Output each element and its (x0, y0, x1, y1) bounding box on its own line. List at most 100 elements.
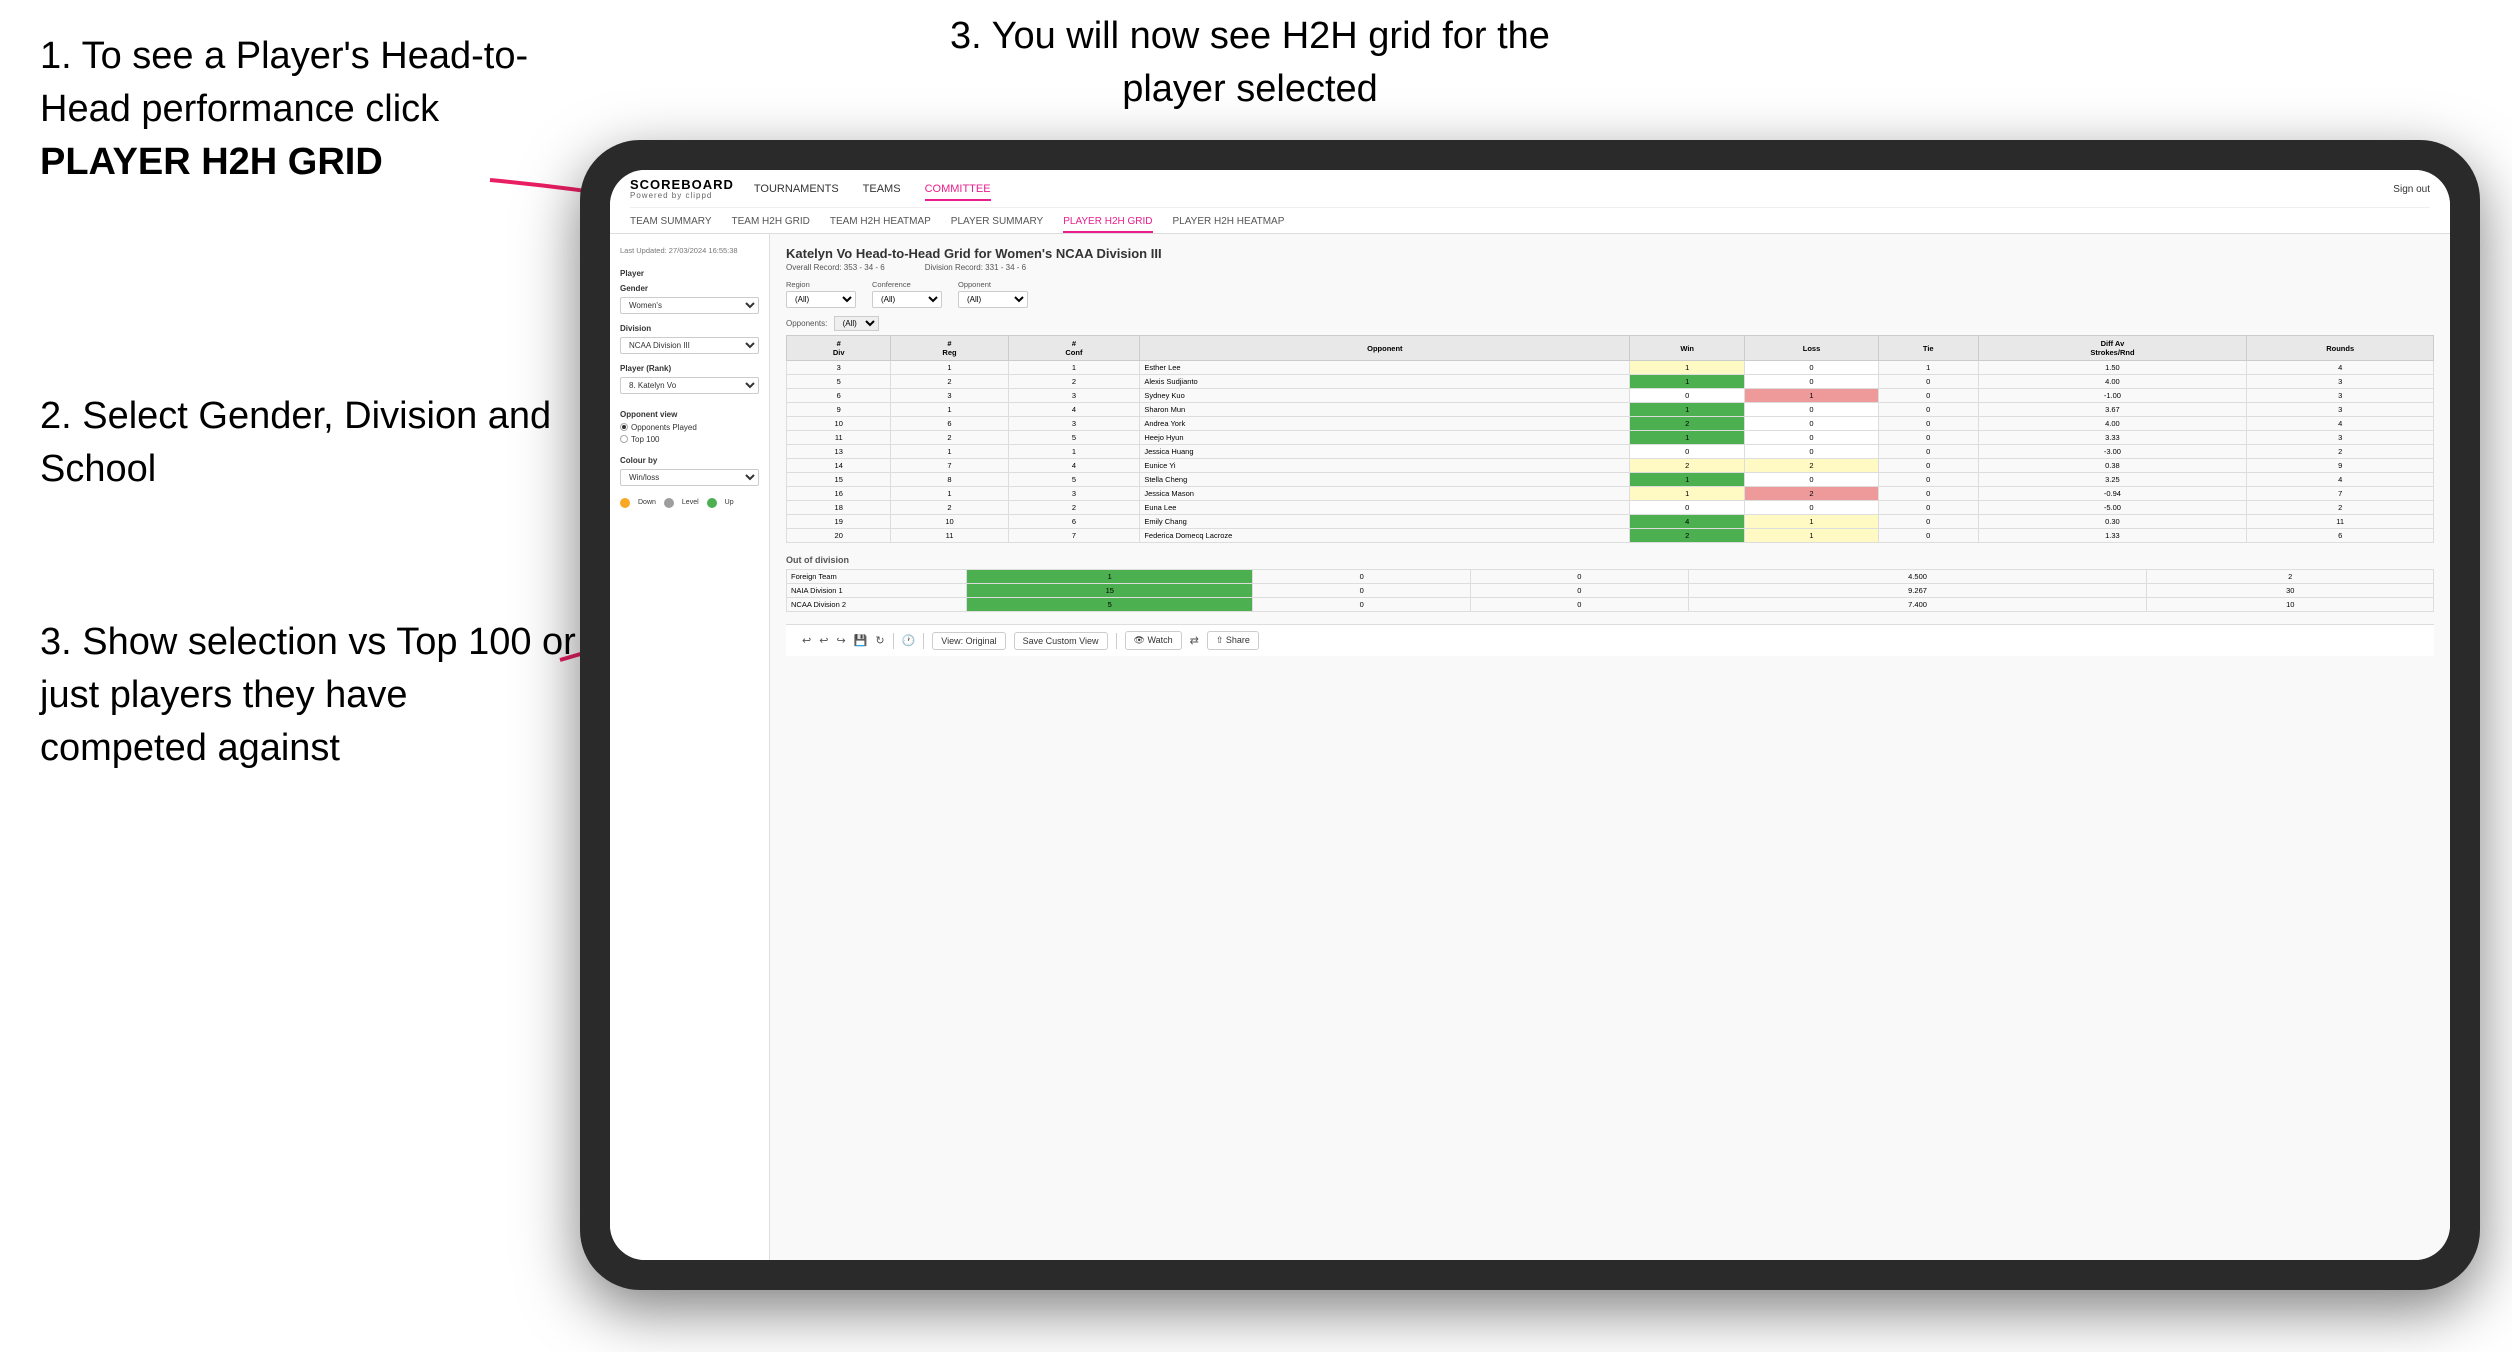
filter-opponent: Opponent (All) (958, 280, 1028, 308)
step3-right-instruction: 3. You will now see H2H grid for the pla… (900, 10, 1600, 116)
table-row: 6 3 3 Sydney Kuo 0 1 0 -1.00 3 (787, 389, 2434, 403)
table-row: 20 11 7 Federica Domecq Lacroze 2 1 0 1.… (787, 529, 2434, 543)
opponent-radio-group: Opponents Played Top 100 (620, 423, 759, 444)
table-row: Foreign Team 1 0 0 4.500 2 (787, 570, 2434, 584)
nav-bar: SCOREBOARD Powered by clippd TOURNAMENTS… (610, 170, 2450, 234)
opponent-filter-label: Opponent (958, 280, 1028, 289)
step2-text: 2. Select Gender, Division and School (40, 390, 580, 496)
nav-link-committee[interactable]: COMMITTEE (925, 179, 991, 201)
colour-by-label: Colour by (620, 456, 759, 465)
th-reg: #Reg (891, 336, 1008, 361)
table-area: Katelyn Vo Head-to-Head Grid for Women's… (770, 234, 2450, 1260)
table-row: 3 1 1 Esther Lee 1 0 1 1.50 4 (787, 361, 2434, 375)
colour-dot-up (707, 498, 717, 508)
table-row: 14 7 4 Eunice Yi 2 2 0 0.38 9 (787, 459, 2434, 473)
clock-icon[interactable]: 🕐 (902, 634, 916, 647)
step3-right-text: 3. You will now see H2H grid for the pla… (900, 10, 1600, 116)
table-subtitle: Overall Record: 353 - 34 - 6 Division Re… (786, 263, 2434, 272)
refresh-icon[interactable]: ↻ (875, 634, 884, 647)
radio-top-100[interactable]: Top 100 (620, 435, 759, 444)
colour-dot-down (620, 498, 630, 508)
table-row: 13 1 1 Jessica Huang 0 0 0 -3.00 2 (787, 445, 2434, 459)
opponents-filter-select[interactable]: (All) (834, 316, 879, 331)
th-diff: Diff AvStrokes/Rnd (1978, 336, 2247, 361)
sidebar: Last Updated: 27/03/2024 16:55:38 Player… (610, 234, 770, 1260)
region-select[interactable]: (All) (786, 291, 856, 308)
table-header-row: #Div #Reg #Conf Opponent Win Loss Tie Di… (787, 336, 2434, 361)
main-data-table: #Div #Reg #Conf Opponent Win Loss Tie Di… (786, 335, 2434, 543)
opponent-select[interactable]: (All) (958, 291, 1028, 308)
th-rounds: Rounds (2247, 336, 2434, 361)
step1-bold: PLAYER H2H GRID (40, 141, 383, 183)
sign-out-link[interactable]: Sign out (2393, 184, 2430, 195)
toolbar-divider-3 (1116, 633, 1117, 649)
radio-dot-opponents (620, 423, 628, 431)
table-row: 5 2 2 Alexis Sudjianto 1 0 0 4.00 3 (787, 375, 2434, 389)
th-tie: Tie (1878, 336, 1978, 361)
sub-nav-team-h2h-heatmap[interactable]: TEAM H2H HEATMAP (830, 212, 931, 233)
table-row: NCAA Division 2 5 0 0 7.400 10 (787, 598, 2434, 612)
sidebar-player-rank-label: Player (Rank) (620, 364, 759, 373)
watch-btn[interactable]: 👁 Watch (1125, 631, 1182, 650)
save-icon[interactable]: 💾 (854, 634, 868, 647)
sidebar-timestamp: Last Updated: 27/03/2024 16:55:38 (620, 246, 759, 257)
toolbar: ↩ ↩ ↪ 💾 ↻ 🕐 View: Original Save Custom V… (786, 624, 2434, 656)
radio-dot-top100 (620, 435, 628, 443)
th-loss: Loss (1745, 336, 1879, 361)
colour-legend: Down Level Up (620, 498, 759, 508)
undo2-icon[interactable]: ↩ (819, 634, 828, 647)
table-row: 11 2 5 Heejo Hyun 1 0 0 3.33 3 (787, 431, 2434, 445)
table-row: 9 1 4 Sharon Mun 1 0 0 3.67 3 (787, 403, 2434, 417)
sidebar-colour-by: Colour by Win/loss Down Level Up (620, 456, 759, 508)
table-row: 18 2 2 Euna Lee 0 0 0 -5.00 2 (787, 501, 2434, 515)
arrow-icon[interactable]: ⇄ (1190, 634, 1199, 647)
sub-nav-player-summary[interactable]: PLAYER SUMMARY (951, 212, 1043, 233)
out-of-division-table: Foreign Team 1 0 0 4.500 2 NAIA Division… (786, 569, 2434, 612)
step1-text: 1. To see a Player's Head-to-Head perfor… (40, 30, 580, 136)
logo: SCOREBOARD Powered by clippd (630, 178, 734, 201)
th-div: #Div (787, 336, 891, 361)
table-row: 16 1 3 Jessica Mason 1 2 0 -0.94 7 (787, 487, 2434, 501)
sub-nav-team-summary[interactable]: TEAM SUMMARY (630, 212, 712, 233)
overall-record: Overall Record: 353 - 34 - 6 (786, 263, 885, 272)
table-row: 10 6 3 Andrea York 2 0 0 4.00 4 (787, 417, 2434, 431)
sub-nav-team-h2h-grid[interactable]: TEAM H2H GRID (732, 212, 810, 233)
view-original-btn[interactable]: View: Original (932, 632, 1005, 650)
table-row: 15 8 5 Stella Cheng 1 0 0 3.25 4 (787, 473, 2434, 487)
instructions-left: 1. To see a Player's Head-to-Head perfor… (0, 0, 620, 856)
colour-by-select[interactable]: Win/loss (620, 469, 759, 486)
sidebar-gender-label: Gender (620, 284, 759, 293)
out-of-division-title: Out of division (786, 555, 2434, 565)
tablet-device: SCOREBOARD Powered by clippd TOURNAMENTS… (580, 140, 2480, 1290)
share-btn[interactable]: ⇧ Share (1207, 631, 1259, 650)
save-custom-view-btn[interactable]: Save Custom View (1014, 632, 1108, 650)
division-record: Division Record: 331 - 34 - 6 (925, 263, 1026, 272)
undo-icon[interactable]: ↩ (802, 634, 811, 647)
table-row: 19 10 6 Emily Chang 4 1 0 0.30 11 (787, 515, 2434, 529)
toolbar-divider-1 (893, 633, 894, 649)
filter-row: Region (All) Conference (All) Opponent (786, 280, 2434, 308)
radio-opponents-played[interactable]: Opponents Played (620, 423, 759, 432)
th-conf: #Conf (1008, 336, 1140, 361)
nav-link-teams[interactable]: TEAMS (863, 179, 901, 201)
th-win: Win (1630, 336, 1745, 361)
tablet-screen: SCOREBOARD Powered by clippd TOURNAMENTS… (610, 170, 2450, 1260)
step3-left-text: 3. Show selection vs Top 100 or just pla… (40, 616, 580, 776)
conference-filter-label: Conference (872, 280, 942, 289)
sub-nav-player-h2h-heatmap[interactable]: PLAYER H2H HEATMAP (1173, 212, 1285, 233)
th-opponent: Opponent (1140, 336, 1630, 361)
player-rank-select[interactable]: 8. Katelyn Vo (620, 377, 759, 394)
table-title: Katelyn Vo Head-to-Head Grid for Women's… (786, 246, 2434, 261)
gender-select[interactable]: Women's (620, 297, 759, 314)
table-row: NAIA Division 1 15 0 0 9.267 30 (787, 584, 2434, 598)
sidebar-player-label: Player (620, 269, 759, 278)
region-filter-label: Region (786, 280, 856, 289)
division-select[interactable]: NCAA Division III (620, 337, 759, 354)
sub-nav-player-h2h-grid[interactable]: PLAYER H2H GRID (1063, 212, 1152, 233)
conference-select[interactable]: (All) (872, 291, 942, 308)
redo-icon[interactable]: ↪ (836, 634, 845, 647)
nav-link-tournaments[interactable]: TOURNAMENTS (754, 179, 839, 201)
filter-conference: Conference (All) (872, 280, 942, 308)
sub-nav: TEAM SUMMARY TEAM H2H GRID TEAM H2H HEAT… (630, 207, 2430, 233)
sidebar-division-label: Division (620, 324, 759, 333)
